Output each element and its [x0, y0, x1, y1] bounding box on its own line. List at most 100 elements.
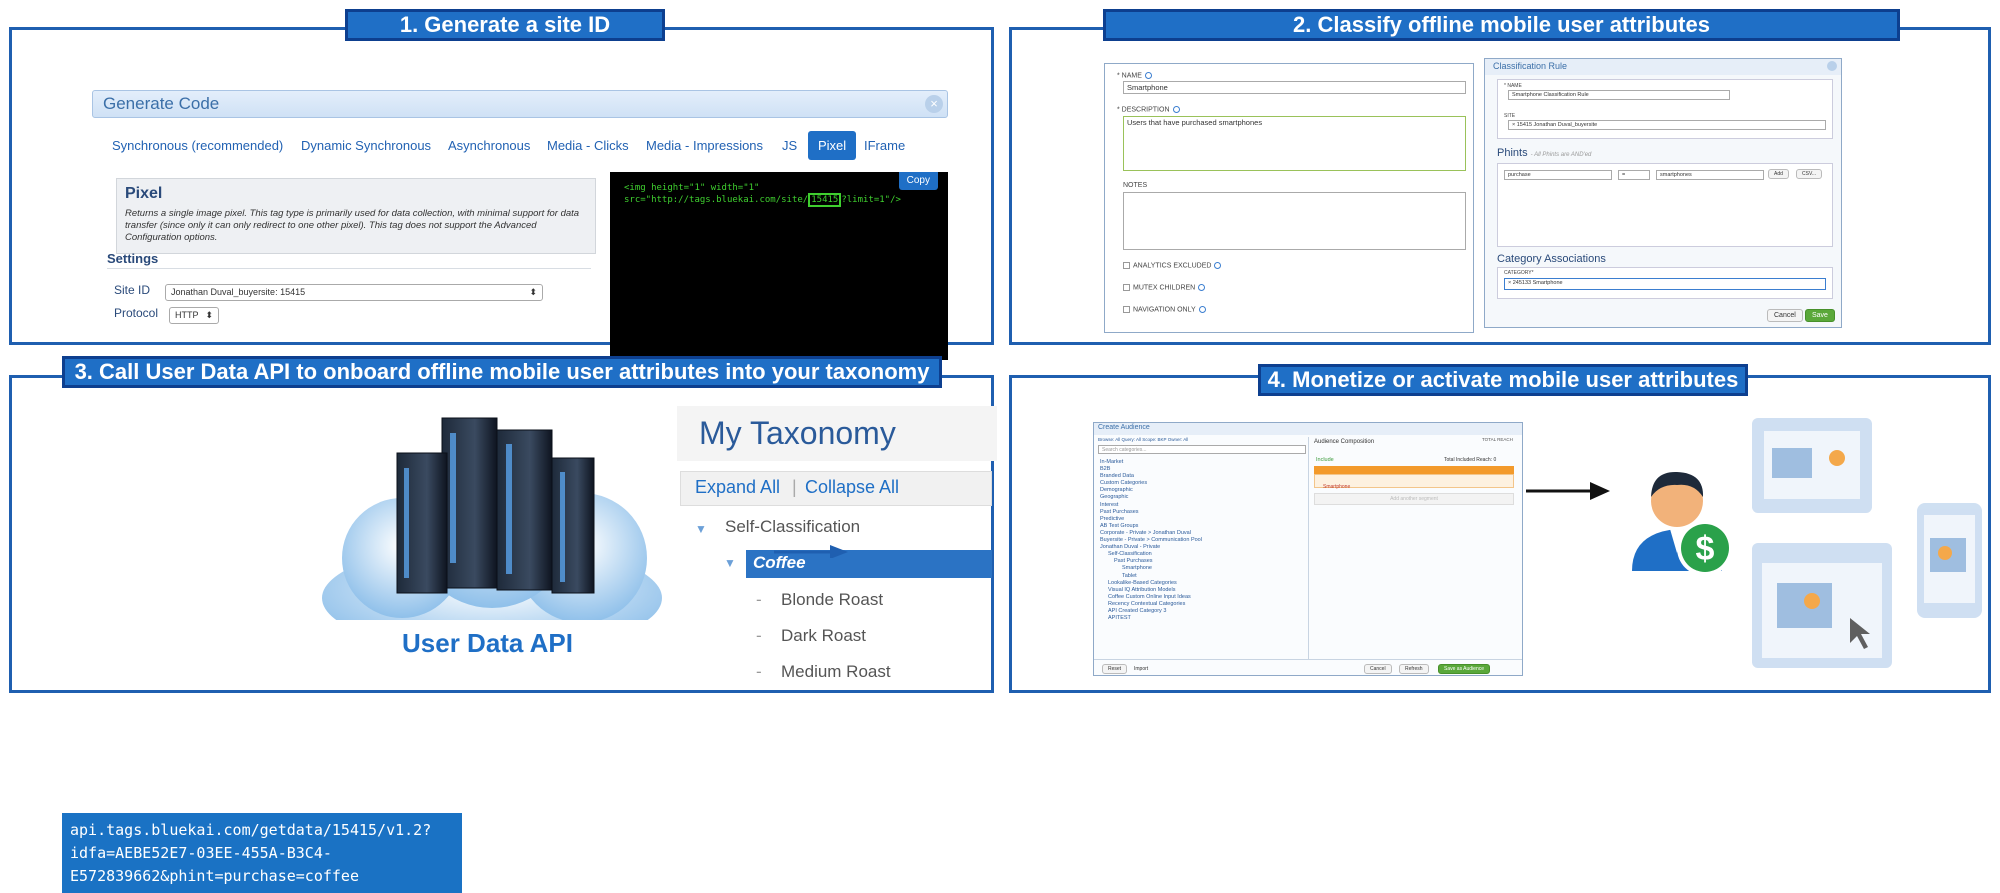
triangle-down-icon[interactable]: ▼ [695, 522, 707, 536]
protocol-label: Protocol [114, 306, 159, 320]
rule-site-input[interactable]: × 15415 Jonathan Duval_buyersite [1508, 120, 1826, 130]
description-label: * DESCRIPTION [1117, 106, 1180, 113]
tree-item[interactable]: Interest [1100, 502, 1202, 509]
checkbox-mutex-children[interactable]: MUTEX CHILDREN [1123, 284, 1206, 291]
notes-textarea[interactable] [1123, 192, 1466, 250]
tree-item[interactable]: Recency Contextual Categories [1100, 601, 1202, 608]
triangle-down-icon[interactable]: ▼ [724, 556, 736, 570]
checkbox-analytics-excluded[interactable]: ANALYTICS EXCLUDED [1123, 262, 1222, 269]
name-input[interactable]: Smartphone [1123, 81, 1466, 94]
category-tree: In-Market B2B Branded Data Custom Catego… [1100, 459, 1202, 622]
segment-row-label: Smartphone [1323, 484, 1351, 490]
code-box: Copy <img height="1" width="1" src="http… [610, 172, 948, 360]
create-audience-dialog: Create Audience Browse: All Query: All S… [1093, 422, 1523, 676]
tree-item[interactable]: Geographic [1100, 494, 1202, 501]
tree-item[interactable]: Buyersite - Private > Communication Pool [1100, 537, 1202, 544]
tree-item[interactable]: Past Purchases [1100, 558, 1202, 565]
tab-dynamic-synchronous[interactable]: Dynamic Synchronous [301, 138, 431, 153]
category-label: CATEGORY* [1504, 270, 1534, 276]
tree-item[interactable]: Visual IQ Attribution Models [1100, 587, 1202, 594]
tree-item[interactable]: AB Test Groups [1100, 523, 1202, 530]
panel-monetize: Create Audience Browse: All Query: All S… [1009, 375, 1991, 693]
tree-item[interactable]: Demographic [1100, 487, 1202, 494]
taxonomy-node-self-classification[interactable]: Self-Classification [725, 517, 860, 537]
dash-icon: - [756, 626, 762, 645]
divider [107, 268, 591, 269]
tree-item[interactable]: Tablet [1100, 573, 1202, 580]
refresh-button[interactable]: Refresh [1399, 664, 1429, 674]
tree-item[interactable]: APITEST [1100, 615, 1202, 622]
phint-key-input[interactable]: purchase [1504, 170, 1612, 180]
cloud-servers-illustration [312, 417, 672, 648]
site-id-label: Site ID [114, 283, 151, 297]
segment-row[interactable]: Smartphone [1314, 474, 1514, 490]
taxonomy-node-blonde-roast[interactable]: Blonde Roast [781, 590, 883, 610]
checkbox-icon [1123, 306, 1130, 313]
collapse-all-link[interactable]: Collapse All [805, 477, 899, 498]
name-label: * NAME [1117, 72, 1152, 79]
add-phint-button[interactable]: Add [1768, 169, 1789, 179]
api-line: idfa=AEBE52E7-03EE-455A-B3C4- [70, 844, 332, 862]
save-button[interactable]: Save [1805, 309, 1835, 322]
tree-item[interactable]: Smartphone [1100, 565, 1202, 572]
info-title: Pixel [125, 185, 163, 202]
tab-pixel[interactable]: Pixel [808, 131, 857, 160]
phint-operator-select[interactable]: = [1618, 170, 1650, 180]
taxonomy-node-medium-roast[interactable]: Medium Roast [781, 662, 891, 682]
site-id-select[interactable]: Jonathan Duval_buyersite: 15415 ⬍ [165, 284, 543, 301]
rule-fields: * NAME Smartphone Classification Rule SI… [1497, 79, 1833, 139]
tree-item[interactable]: Custom Categories [1100, 480, 1202, 487]
tree-item[interactable]: Self-Classification [1100, 551, 1202, 558]
dash-icon: - [756, 662, 762, 681]
panel4-title: 4. Monetize or activate mobile user attr… [1258, 364, 1748, 396]
csv-button[interactable]: CSV... [1796, 169, 1822, 179]
include-label: Include [1316, 457, 1334, 463]
expand-all-link[interactable]: Expand All [695, 477, 780, 498]
taxonomy-node-dark-roast[interactable]: Dark Roast [781, 626, 866, 646]
dialog-title: Generate Code [103, 94, 220, 113]
protocol-select[interactable]: HTTP ⬍ [169, 307, 219, 324]
tree-item[interactable]: Lookalike-Based Categories [1100, 580, 1202, 587]
api-url-box: api.tags.bluekai.com/getdata/15415/v1.2?… [62, 813, 462, 893]
tree-item[interactable]: Past Purchases [1100, 509, 1202, 516]
copy-button[interactable]: Copy [898, 172, 938, 190]
rule-name-input[interactable]: Smartphone Classification Rule [1508, 90, 1730, 100]
site-id-value: Jonathan Duval_buyersite: 15415 [171, 287, 306, 297]
category-form: * NAME Smartphone * DESCRIPTION Users th… [1104, 63, 1474, 333]
close-icon[interactable]: × [925, 95, 943, 113]
tree-item[interactable]: Coffee Custom Online Input Ideas [1100, 594, 1202, 601]
tree-item[interactable]: Predictive [1100, 516, 1202, 523]
toolbar-divider: | [792, 477, 797, 497]
cancel-button[interactable]: Cancel [1767, 309, 1803, 322]
tab-media-clicks[interactable]: Media - Clicks [547, 138, 629, 153]
arrow-right-icon [1526, 482, 1610, 500]
phint-value-input[interactable]: smartphones [1656, 170, 1764, 180]
save-as-audience-button[interactable]: Save as Audience [1438, 664, 1491, 674]
included-reach-label: Total Included Reach: 0 [1444, 457, 1497, 463]
tab-media-impressions[interactable]: Media - Impressions [646, 138, 763, 153]
description-textarea[interactable]: Users that have purchased smartphones [1123, 116, 1466, 171]
tab-synchronous[interactable]: Synchronous (recommended) [112, 138, 283, 153]
site-id-highlight: 15415 [808, 193, 842, 207]
tree-item[interactable]: Corporate - Private > Jonathan Duval [1100, 530, 1202, 537]
tree-item[interactable]: B2B [1100, 466, 1202, 473]
tree-item[interactable]: API Created Category 3 [1100, 608, 1202, 615]
category-search-input[interactable]: Search categories... [1098, 445, 1306, 454]
add-segment-button[interactable]: Add another segment [1314, 493, 1514, 505]
browse-filters[interactable]: Browse: All Query: All Scope: BKP Owner:… [1098, 437, 1188, 442]
reset-button[interactable]: Reset [1102, 664, 1128, 674]
tree-item[interactable]: In-Market [1100, 459, 1202, 466]
import-link[interactable]: Import [1134, 666, 1148, 672]
close-icon[interactable] [1827, 61, 1837, 71]
tab-iframe[interactable]: IFrame [864, 138, 905, 153]
checkbox-navigation-only[interactable]: NAVIGATION ONLY [1123, 306, 1206, 313]
tree-item[interactable]: Branded Data [1100, 473, 1202, 480]
tab-js[interactable]: JS [782, 138, 797, 153]
tree-item[interactable]: Jonathan Duval - Private [1100, 544, 1202, 551]
panel2-title: 2. Classify offline mobile user attribut… [1103, 9, 1900, 41]
tab-asynchronous[interactable]: Asynchronous [448, 138, 530, 153]
segment-header [1314, 466, 1514, 474]
cancel-button[interactable]: Cancel [1364, 664, 1392, 674]
category-input[interactable]: × 245133 Smartphone [1504, 278, 1826, 290]
user-data-api-label: User Data API [402, 628, 573, 658]
